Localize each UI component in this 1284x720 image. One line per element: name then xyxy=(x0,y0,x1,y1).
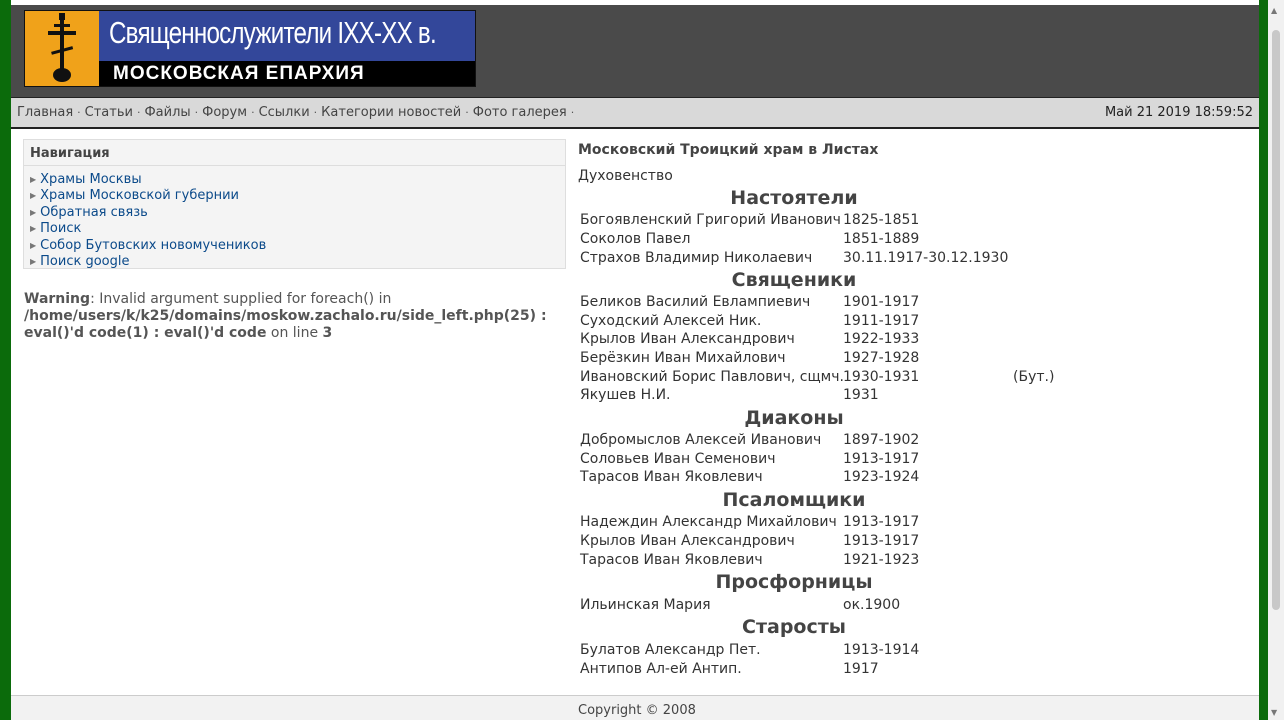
clergy-name: Якушев Н.И. xyxy=(580,387,671,403)
nav-separator: · xyxy=(570,106,575,119)
clergy-name: Суходский Алексей Ник. xyxy=(580,313,762,329)
clergy-years: 1931 xyxy=(843,387,879,403)
clergy-name: Крылов Иван Александрович xyxy=(580,331,795,347)
triangle-right-icon: ▶ xyxy=(30,224,37,234)
sidebar-item-feedback[interactable]: ▶ Обратная связь xyxy=(30,205,266,221)
scroll-up-icon[interactable]: ▲ xyxy=(1271,6,1277,15)
warning-message: : Invalid argument supplied for foreach(… xyxy=(90,291,392,307)
nav-link-links[interactable]: Ссылки xyxy=(259,105,310,120)
clergy-name: Крылов Иван Александрович xyxy=(580,533,795,549)
nav-link-home[interactable]: Главная xyxy=(17,105,73,120)
sidebar-item-label[interactable]: Собор Бутовских новомучеников xyxy=(40,238,266,253)
clergy-years: 1913-1914 xyxy=(843,642,920,658)
nav-link-articles[interactable]: Статьи xyxy=(85,105,133,120)
clergy-name: Булатов Александр Пет. xyxy=(580,642,761,658)
section-title: Священики xyxy=(731,269,857,291)
php-warning: Warning: Invalid argument supplied for f… xyxy=(24,291,569,342)
clergy-name: Тарасов Иван Яковлевич xyxy=(580,552,763,568)
warning-label: Warning xyxy=(24,291,91,307)
sidebar-item-search[interactable]: ▶ Поиск xyxy=(30,221,266,237)
triangle-right-icon: ▶ xyxy=(30,240,37,250)
clergy-name: Тарасов Иван Яковлевич xyxy=(580,469,763,485)
clergy-years: 1930-1931 xyxy=(843,369,920,385)
clergy-years: 30.11.1917-30.12.1930 xyxy=(843,250,1009,266)
triangle-right-icon: ▶ xyxy=(30,207,37,217)
nav-links: Главная · Статьи · Файлы · Форум · Ссылки · Катего… xyxy=(17,105,578,120)
nav-datetime: Май 21 2019 18:59:52 xyxy=(1104,105,1253,120)
warning-on-line: on line xyxy=(266,325,323,341)
warning-line-number: 3 xyxy=(322,325,333,341)
clergy-name: Богоявленский Григорий Иванович xyxy=(580,212,841,228)
clergy-heading: Духовенство xyxy=(578,168,673,184)
logo-subtitle: МОСКОВСКАЯ ЕПАРХИЯ xyxy=(113,63,365,84)
clergy-years: 1921-1923 xyxy=(843,552,920,568)
nav-separator: · xyxy=(465,106,469,119)
section-title: Просфорницы xyxy=(715,571,873,593)
section-title: Старосты xyxy=(742,616,846,638)
sidebar-navigation: Навигация ▶ Храмы Москвы ▶ Храмы Московско… xyxy=(23,139,566,269)
clergy-years: 1911-1917 xyxy=(843,313,920,329)
clergy-name: Ильинская Мария xyxy=(580,597,711,613)
triangle-right-icon: ▶ xyxy=(30,191,37,201)
nav-separator: · xyxy=(251,106,255,119)
clergy-years: 1923-1924 xyxy=(843,469,920,485)
clergy-years: 1901-1917 xyxy=(843,294,920,310)
clergy-name: Надеждин Александр Михайлович xyxy=(580,514,837,530)
sidebar-item-label[interactable]: Поиск xyxy=(40,221,81,236)
logo-title: Священнослужители IXX-XX в. xyxy=(109,15,437,50)
clergy-name: Берёзкин Иван Михайлович xyxy=(580,350,786,366)
site-logo[interactable]: Священнослужители IXX-XX в. МОСКОВСКАЯ Е… xyxy=(24,10,476,87)
section-title: Псаломщики xyxy=(722,489,866,511)
clergy-note: (Бут.) xyxy=(1013,369,1055,385)
sidebar-item-google-search[interactable]: ▶ Поиск google xyxy=(30,254,266,270)
sidebar-title: Навигация xyxy=(30,146,110,161)
clergy-years: 1897-1902 xyxy=(843,432,920,448)
nav-link-forum[interactable]: Форум xyxy=(202,105,247,120)
clergy-name: Соловьев Иван Семенович xyxy=(580,451,776,467)
nav-link-files[interactable]: Файлы xyxy=(144,105,190,120)
cross-icon xyxy=(25,11,99,86)
scroll-down-icon[interactable]: ▼ xyxy=(1271,708,1277,717)
clergy-years: ок.1900 xyxy=(843,597,901,613)
nav-separator: · xyxy=(136,106,141,119)
left-border xyxy=(0,0,11,720)
sidebar-item-label[interactable]: Поиск google xyxy=(40,254,129,269)
clergy-name: Антипов Ал-ей Антип. xyxy=(580,661,742,677)
scrollbar-thumb[interactable] xyxy=(1272,30,1280,610)
nav-separator: · xyxy=(194,106,199,119)
triangle-right-icon: ▶ xyxy=(30,175,37,184)
nav-link-photo-gallery[interactable]: Фото галерея xyxy=(473,105,567,120)
clergy-name: Соколов Павел xyxy=(580,231,691,247)
nav-link-news-categories[interactable]: Категории новостей xyxy=(321,105,461,120)
clergy-years: 1851-1889 xyxy=(843,231,920,247)
main-nav: Главная · Статьи · Файлы · Форум · Ссылки · Катего… xyxy=(11,97,1259,129)
clergy-years: 1927-1928 xyxy=(843,350,920,366)
clergy-name: Страхов Владимир Николаевич xyxy=(580,250,813,266)
sidebar-item-label[interactable]: Храмы Москвы xyxy=(40,172,141,187)
clergy-name: Беликов Василий Евлампиевич xyxy=(580,294,811,310)
clergy-name: Добромыслов Алексей Иванович xyxy=(580,432,822,448)
nav-separator: · xyxy=(77,106,81,119)
nav-separator: · xyxy=(313,106,318,119)
triangle-right-icon: ▶ xyxy=(30,257,37,267)
sidebar-divider xyxy=(24,165,565,166)
sidebar-list: ▶ Храмы Москвы ▶ Храмы Московской губернии… xyxy=(30,172,266,270)
clergy-years: 1913-1917 xyxy=(843,533,920,549)
clergy-years: 1913-1917 xyxy=(843,514,920,530)
section-title: Настоятели xyxy=(730,187,858,209)
page-title: Московский Троицкий храм в Листах xyxy=(578,142,879,158)
clergy-years: 1913-1917 xyxy=(843,451,920,467)
sidebar-item-label[interactable]: Обратная связь xyxy=(40,205,148,220)
sidebar-item-moscow-churches[interactable]: ▶ Храмы Москвы xyxy=(30,172,266,188)
clergy-years: 1825-1851 xyxy=(843,212,920,228)
sidebar-item-province-churches[interactable]: ▶ Храмы Московской губернии xyxy=(30,188,266,204)
section-title: Диаконы xyxy=(744,407,844,429)
sidebar-item-butovo-martyrs[interactable]: ▶ Собор Бутовских новомучеников xyxy=(30,238,266,254)
clergy-years: 1922-1933 xyxy=(843,331,920,347)
right-border xyxy=(1259,0,1268,720)
copyright: Copyright © 2008 xyxy=(578,703,696,718)
clergy-name: Ивановский Борис Павлович, сщмч. xyxy=(580,369,844,385)
clergy-years: 1917 xyxy=(843,661,879,677)
sidebar-item-label[interactable]: Храмы Московской губернии xyxy=(40,188,239,203)
